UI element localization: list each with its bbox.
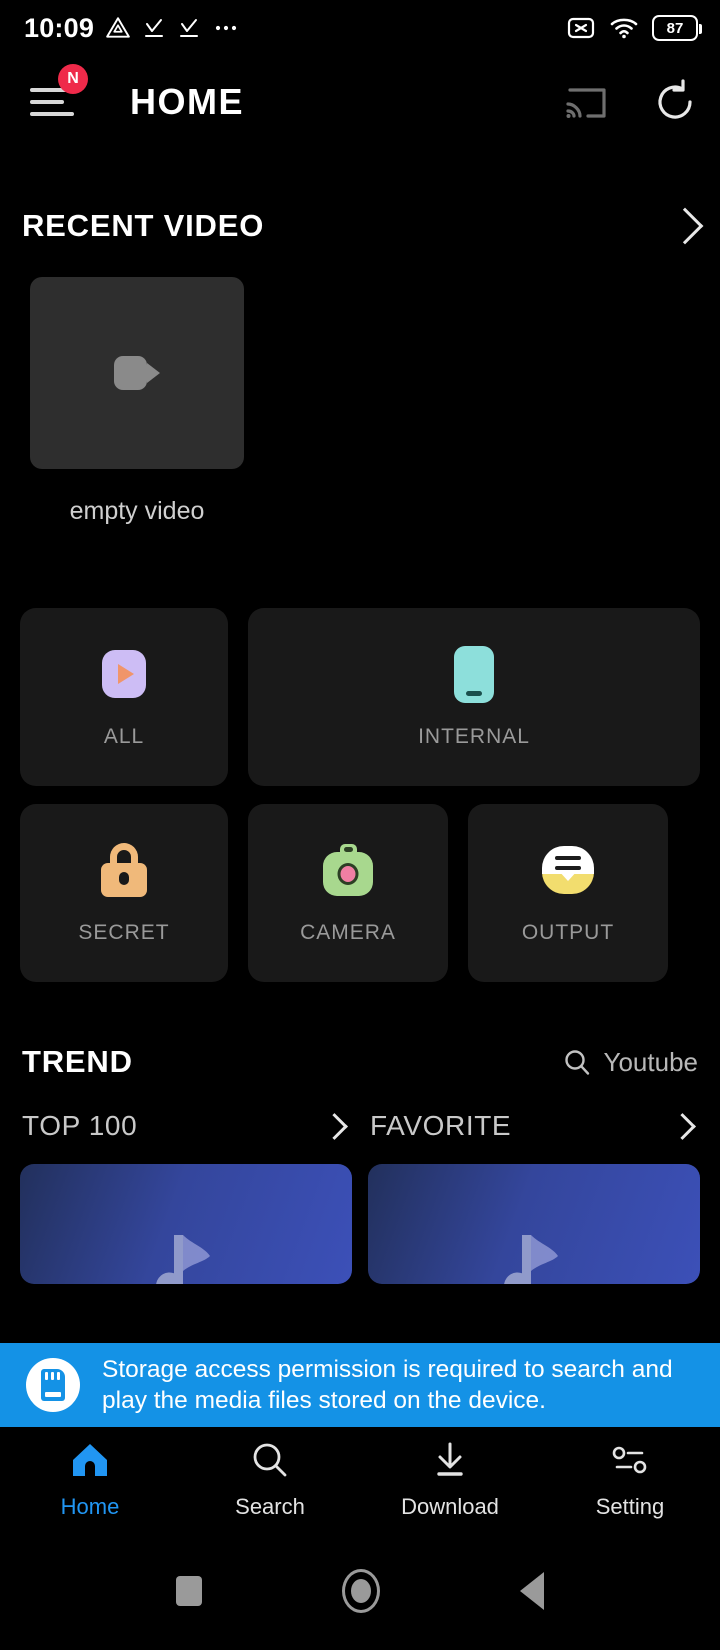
- play-badge-icon: [95, 645, 153, 703]
- tile-all-label: ALL: [103, 725, 145, 748]
- nav-item-download-label: Download: [401, 1493, 499, 1519]
- tile-secret[interactable]: SECRET: [20, 804, 228, 982]
- top100-header[interactable]: TOP 100: [20, 1110, 352, 1142]
- tile-internal-label: INTERNAL: [418, 725, 530, 748]
- favorite-card[interactable]: TREND: [368, 1164, 700, 1284]
- recents-square-icon[interactable]: [176, 1576, 202, 1606]
- back-triangle-icon[interactable]: [520, 1572, 544, 1610]
- phone-screen: 10:09 87 N HOME RECENT VIDEO empty video…: [0, 0, 720, 1650]
- menu-notification-badge: N: [58, 64, 88, 94]
- favorite-header[interactable]: FAVORITE: [368, 1110, 700, 1142]
- search-icon: [564, 1050, 589, 1075]
- tile-all[interactable]: ALL: [20, 608, 228, 786]
- tile-output[interactable]: OUTPUT: [468, 804, 668, 982]
- category-row-1: ALL INTERNAL: [20, 608, 700, 786]
- trend-card-logo: TREND: [138, 1226, 234, 1284]
- category-row-2: SECRET CAMERA OUTPUT: [20, 804, 700, 982]
- tile-secret-label: SECRET: [78, 921, 170, 944]
- trend-title: TREND: [22, 1044, 133, 1079]
- nav-item-home[interactable]: Home: [0, 1427, 180, 1532]
- check-download-icon: [180, 19, 199, 37]
- chevron-right-icon[interactable]: [666, 207, 704, 245]
- trend-column-favorite: FAVORITE TREND: [368, 1110, 700, 1284]
- music-note-icon: [156, 1235, 210, 1284]
- top100-title: TOP 100: [22, 1110, 138, 1141]
- check-download-icon: [145, 19, 164, 37]
- camera-icon: [319, 841, 377, 899]
- more-dots-icon: [215, 25, 237, 31]
- app-bar-actions: [562, 79, 698, 125]
- tile-camera-label: CAMERA: [300, 921, 396, 944]
- search-icon: [253, 1443, 287, 1476]
- nav-item-search-label: Search: [235, 1493, 305, 1519]
- trend-header: TREND Youtube: [0, 1044, 720, 1080]
- chevron-right-icon[interactable]: [321, 1112, 348, 1140]
- tile-output-label: OUTPUT: [521, 921, 615, 944]
- nav-item-setting-label: Setting: [595, 1493, 665, 1519]
- music-note-icon: [504, 1235, 558, 1284]
- trend-columns: TOP 100 TREND FAVORITE: [0, 1110, 720, 1284]
- status-bar: 10:09 87: [0, 0, 720, 56]
- sd-card-icon: [26, 1358, 80, 1412]
- android-system-nav: [0, 1532, 720, 1650]
- cast-icon[interactable]: [562, 80, 610, 124]
- recent-video-label: empty video: [69, 497, 205, 525]
- favorite-title: FAVORITE: [370, 1110, 512, 1141]
- download-icon: [437, 1442, 463, 1476]
- status-bar-right: 87: [566, 15, 702, 41]
- battery-icon: 87: [652, 15, 702, 41]
- bottom-navigation: Home Search Download Setting: [0, 1427, 720, 1532]
- status-bar-left: 10:09: [24, 13, 240, 44]
- recent-video-header[interactable]: RECENT VIDEO: [0, 207, 720, 245]
- home-circle-icon[interactable]: [342, 1569, 380, 1613]
- status-bar-clock: 10:09: [24, 12, 95, 43]
- lock-icon: [95, 841, 153, 899]
- app-bar: N HOME: [0, 56, 720, 148]
- output-icon: [539, 841, 597, 899]
- category-tiles: ALL INTERNAL SECRET CAMERA OUTPUT: [0, 608, 720, 982]
- trend-column-top100: TOP 100 TREND: [20, 1110, 352, 1284]
- top100-card[interactable]: TREND: [20, 1164, 352, 1284]
- phone-icon: [445, 645, 503, 703]
- video-thumbnail[interactable]: [30, 277, 244, 469]
- recent-video-item[interactable]: empty video: [30, 277, 244, 526]
- nav-item-setting[interactable]: Setting: [540, 1427, 720, 1532]
- recent-video-title: RECENT VIDEO: [22, 208, 265, 243]
- nav-item-search[interactable]: Search: [180, 1427, 360, 1532]
- nav-item-home-label: Home: [60, 1493, 120, 1519]
- tile-internal[interactable]: INTERNAL: [248, 608, 700, 786]
- battery-level: 87: [666, 19, 684, 37]
- menu-icon[interactable]: N: [30, 64, 88, 126]
- chevron-right-icon[interactable]: [669, 1112, 696, 1140]
- triangle-alert-icon: [106, 17, 130, 38]
- storage-permission-banner[interactable]: Storage access permission is required to…: [0, 1343, 720, 1427]
- sliders-icon: [612, 1446, 647, 1473]
- home-icon: [73, 1443, 107, 1476]
- trend-card-logo: TREND: [486, 1226, 582, 1284]
- youtube-search-link[interactable]: Youtube: [562, 1047, 698, 1078]
- tile-camera[interactable]: CAMERA: [248, 804, 448, 982]
- youtube-link-label: Youtube: [603, 1046, 698, 1077]
- page-title: HOME: [130, 81, 244, 122]
- permission-message: Storage access permission is required to…: [102, 1355, 673, 1414]
- sim-off-icon: [567, 17, 595, 39]
- refresh-icon[interactable]: [652, 79, 698, 125]
- wifi-icon: [610, 18, 638, 39]
- nav-item-download[interactable]: Download: [360, 1427, 540, 1532]
- video-camera-icon: [114, 356, 160, 390]
